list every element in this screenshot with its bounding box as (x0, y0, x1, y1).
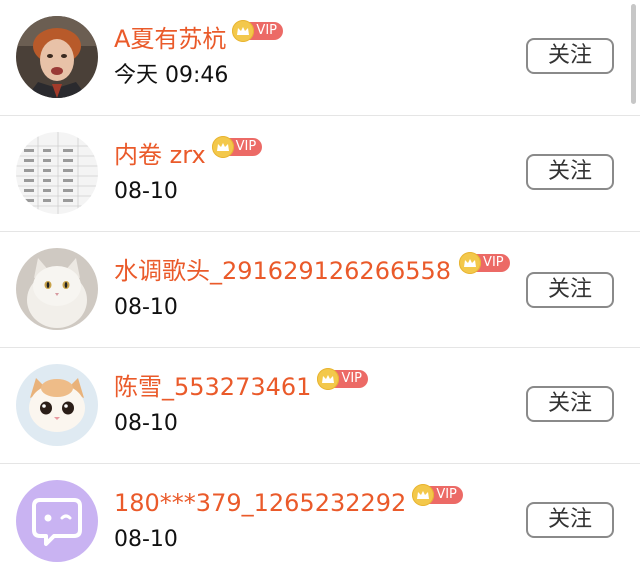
avatar[interactable] (16, 364, 98, 446)
boy-photo-icon (16, 16, 98, 98)
spreadsheet-photo-icon (16, 132, 98, 214)
vip-badge: VIP (459, 252, 510, 274)
follow-time: 08-10 (114, 527, 178, 552)
white-cat-photo-icon (16, 248, 98, 330)
follow-button[interactable]: 关注 (526, 502, 614, 538)
follow-button[interactable]: 关注 (526, 272, 614, 308)
user-name[interactable]: 水调歌头_291629126266558 (114, 254, 451, 288)
kitten-photo-icon (16, 364, 98, 446)
avatar[interactable] (16, 16, 98, 98)
follow-time: 08-10 (114, 179, 178, 204)
list-item[interactable]: A夏有苏杭 VIP 今天 09:46 关注 (0, 0, 640, 116)
user-name[interactable]: 180***379_1265232292 (114, 486, 406, 520)
avatar[interactable] (16, 480, 98, 562)
vip-badge: VIP (412, 484, 463, 506)
follow-time: 08-10 (114, 411, 178, 436)
list-item[interactable]: 陈雪_553273461 VIP 08-10 关注 (0, 348, 640, 464)
crown-icon (211, 136, 234, 158)
follow-button[interactable]: 关注 (526, 154, 614, 190)
avatar[interactable] (16, 248, 98, 330)
default-chat-avatar-icon (16, 480, 98, 562)
list-item[interactable]: 内卷 zrx VIP 08-10 关注 (0, 116, 640, 232)
crown-icon (459, 252, 482, 274)
follow-time: 今天 09:46 (114, 63, 229, 88)
follower-list: A夏有苏杭 VIP 今天 09:46 关注 内卷 zrx VIP 08-10 关… (0, 0, 640, 571)
follow-button[interactable]: 关注 (526, 386, 614, 422)
list-item[interactable]: 水调歌头_291629126266558 VIP 08-10 关注 (0, 232, 640, 348)
user-name[interactable]: 内卷 zrx (114, 138, 206, 172)
follow-button[interactable]: 关注 (526, 38, 614, 74)
vip-badge: VIP (232, 20, 283, 42)
list-item[interactable]: 180***379_1265232292 VIP 08-10 关注 (0, 464, 640, 580)
vip-badge: VIP (317, 368, 369, 390)
follow-time: 08-10 (114, 295, 178, 320)
user-name[interactable]: 陈雪_553273461 (114, 370, 311, 404)
avatar[interactable] (16, 132, 98, 214)
vip-badge: VIP (211, 136, 263, 158)
user-name[interactable]: A夏有苏杭 (114, 22, 226, 56)
scrollbar[interactable] (631, 4, 636, 104)
